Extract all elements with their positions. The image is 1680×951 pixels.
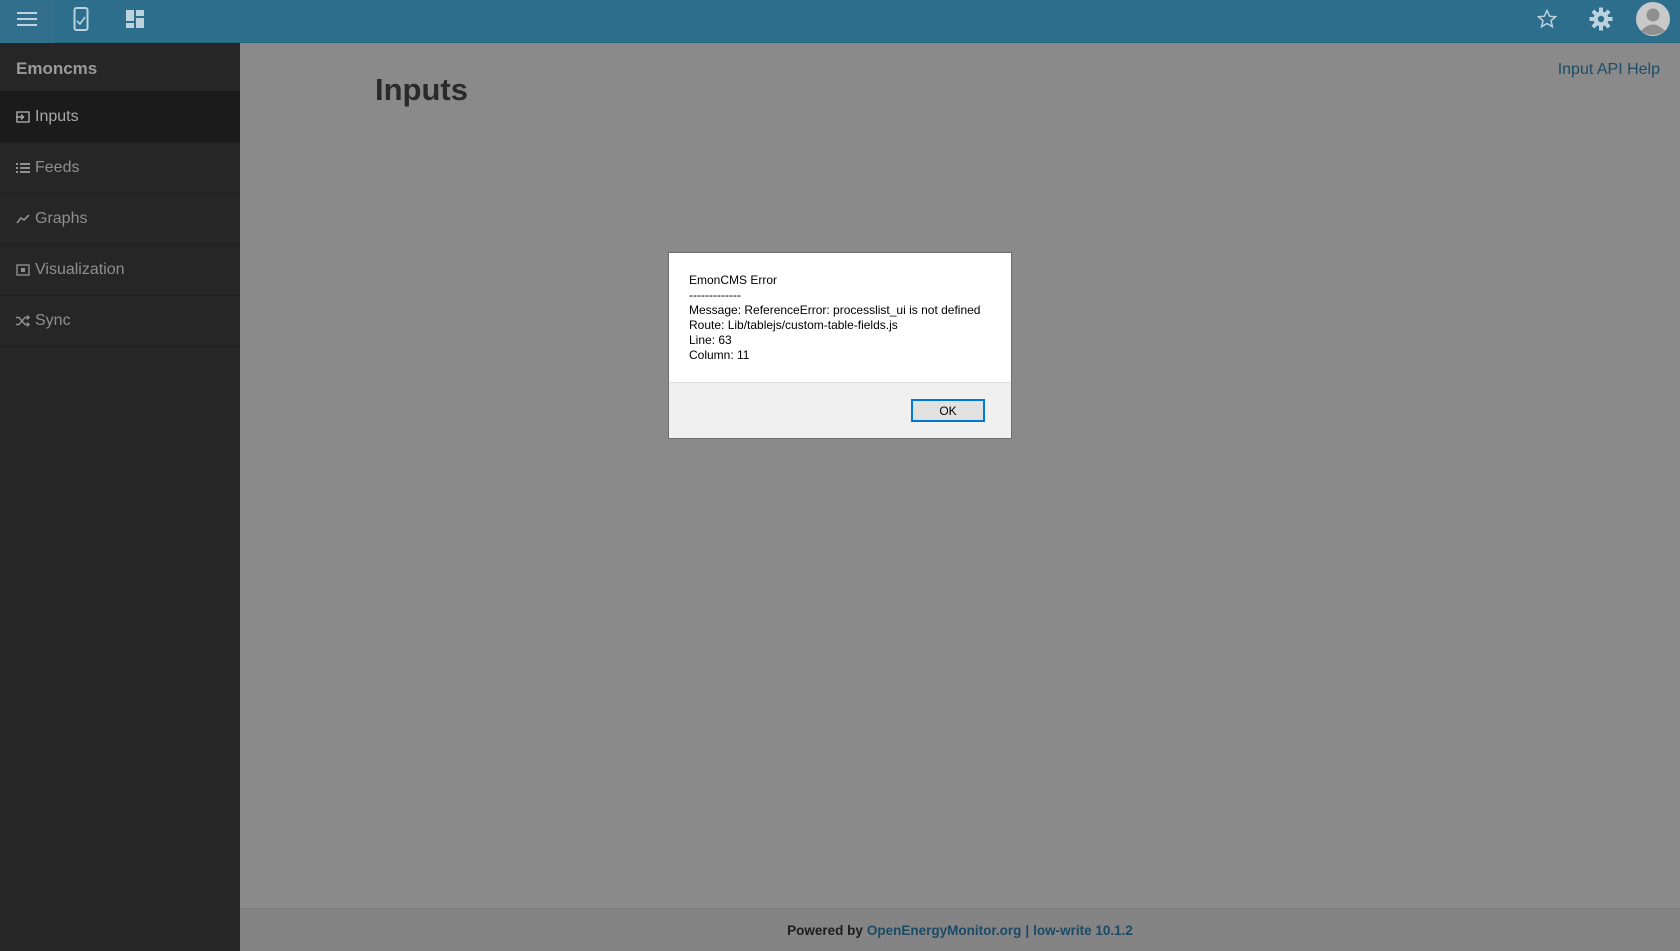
footer-separator: |	[1025, 922, 1030, 938]
dialog-divider: -------------	[689, 288, 741, 302]
input-api-help-link[interactable]: Input API Help	[1558, 61, 1660, 79]
dashboard-icon	[125, 9, 145, 34]
dialog-body: EmonCMS Error ------------- Message: Ref…	[669, 253, 1011, 383]
line-chart-icon	[15, 211, 31, 227]
star-icon	[1536, 8, 1558, 34]
sidebar-item-feeds[interactable]: Feeds	[0, 143, 240, 194]
phone-icon	[73, 7, 89, 36]
page-title: Inputs	[375, 72, 468, 107]
user-menu-button[interactable]	[1626, 0, 1680, 43]
footer-link[interactable]: OpenEnergyMonitor.org	[867, 923, 1022, 938]
dialog-footer: OK	[669, 383, 1011, 438]
gear-icon	[1589, 7, 1613, 36]
settings-button[interactable]	[1574, 0, 1628, 43]
sidebar-item-inputs[interactable]: Inputs	[0, 92, 240, 143]
sidebar-item-label: Sync	[35, 312, 71, 329]
dialog-column: Column: 11	[689, 348, 750, 362]
sidebar-item-label: Inputs	[35, 108, 79, 125]
dialog-route: Route: Lib/tablejs/custom-table-fields.j…	[689, 318, 898, 332]
app-view-button[interactable]	[54, 0, 108, 43]
sidebar-item-sync[interactable]: Sync	[0, 296, 240, 347]
ok-button[interactable]: OK	[911, 399, 985, 422]
menu-icon	[17, 11, 37, 32]
sidebar-item-label: Visualization	[35, 261, 125, 278]
user-avatar-icon	[1635, 1, 1671, 42]
dialog-line: Line: 63	[689, 333, 732, 347]
dialog-title: EmonCMS Error	[689, 273, 778, 287]
top-navbar	[0, 0, 1680, 43]
sidebar-item-visualization[interactable]: Visualization	[0, 245, 240, 296]
list-icon	[15, 160, 31, 176]
menu-toggle-button[interactable]	[0, 0, 54, 43]
sidebar: Emoncms Inputs Feeds Graphs Visualizatio…	[0, 43, 240, 951]
error-dialog: EmonCMS Error ------------- Message: Ref…	[668, 252, 1012, 439]
input-icon	[15, 109, 31, 125]
footer: Powered by OpenEnergyMonitor.org | low-w…	[240, 908, 1680, 951]
dashboard-button[interactable]	[108, 0, 162, 43]
dialog-message: Message: ReferenceError: processlist_ui …	[689, 303, 981, 317]
favourite-button[interactable]	[1520, 0, 1574, 43]
sidebar-item-graphs[interactable]: Graphs	[0, 194, 240, 245]
footer-version: low-write 10.1.2	[1033, 922, 1133, 938]
footer-powered-by: Powered by	[787, 922, 863, 938]
main-content: Inputs Input API Help	[240, 43, 1680, 951]
sidebar-item-label: Feeds	[35, 159, 80, 176]
shuffle-icon	[15, 313, 31, 329]
sidebar-item-label: Graphs	[35, 210, 88, 227]
sidebar-brand[interactable]: Emoncms	[0, 43, 240, 92]
visualization-icon	[15, 262, 31, 278]
